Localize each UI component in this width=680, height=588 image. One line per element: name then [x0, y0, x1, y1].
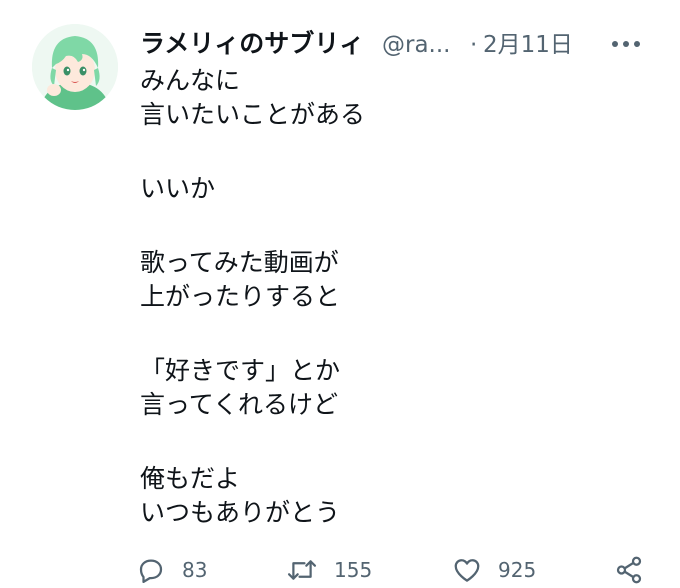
- share-button[interactable]: [614, 552, 644, 588]
- share-icon: [614, 555, 644, 585]
- tweet[interactable]: ラメリィのサブリィ @ra... · 2月11日 みんなに 言いたいことがある …: [0, 0, 680, 587]
- retweet-count: 155: [334, 558, 373, 582]
- tweet-line: いいか: [140, 174, 216, 203]
- more-horizontal-icon: [611, 40, 641, 48]
- tweet-line: 言ってくれるけど: [140, 390, 339, 419]
- tweet-text: みんなに 言いたいことがある いいか 歌ってみた動画が 上がったりすると 「好き…: [140, 64, 640, 530]
- tweet-line: 俺もだよ: [140, 464, 241, 493]
- reply-icon: [136, 555, 166, 585]
- like-count: 925: [498, 558, 537, 582]
- more-options-button[interactable]: [606, 28, 646, 60]
- tweet-line: 上がったりすると: [140, 282, 341, 311]
- tweet-date[interactable]: 2月11日: [483, 30, 573, 60]
- separator-dot: ·: [470, 32, 478, 58]
- retweet-button[interactable]: 155: [286, 552, 372, 588]
- reply-count: 83: [182, 558, 208, 582]
- tweet-header: ラメリィのサブリィ @ra... · 2月11日: [140, 28, 660, 64]
- tweet-actions: 83 155 925: [136, 552, 656, 588]
- display-name[interactable]: ラメリィのサブリィ: [140, 28, 364, 60]
- retweet-icon: [286, 555, 318, 585]
- tweet-line: いつもありがとう: [140, 498, 341, 527]
- user-handle[interactable]: @ra...: [382, 30, 450, 60]
- tweet-line: 言いたいことがある: [140, 100, 366, 129]
- reply-button[interactable]: 83: [136, 552, 207, 588]
- like-button[interactable]: 925: [452, 552, 536, 588]
- heart-icon: [452, 555, 482, 585]
- tweet-line: みんなに: [140, 66, 241, 95]
- avatar[interactable]: [32, 24, 118, 110]
- tweet-line: 「好きです」とか: [140, 356, 341, 385]
- tweet-line: 歌ってみた動画が: [140, 248, 339, 277]
